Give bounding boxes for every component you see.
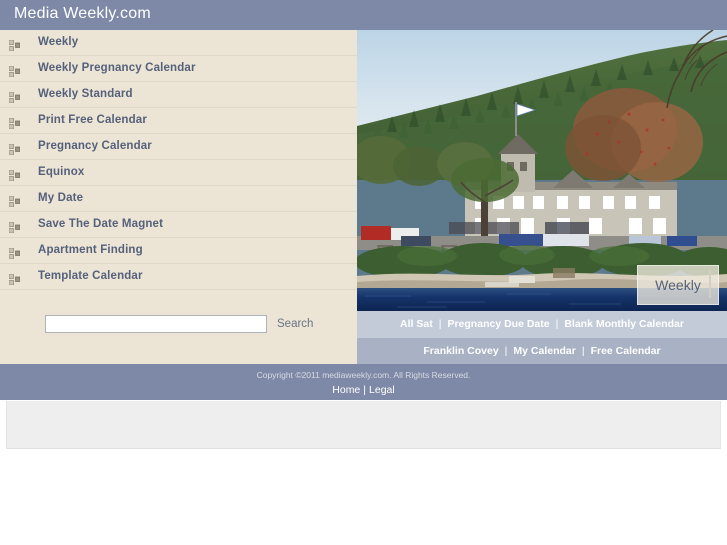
sidebar-item-5[interactable]: Equinox (0, 160, 357, 186)
bottom-links: Home | Legal (0, 384, 727, 396)
footer-link-separator: | (555, 318, 559, 330)
footer-link-separator: | (581, 345, 585, 357)
list-bullet-icon (8, 90, 21, 104)
copyright-bar: Copyright ©2011 mediaweekly.com. All Rig… (0, 364, 727, 400)
footer-link[interactable]: Free Calendar (591, 345, 661, 357)
below-page-area (0, 400, 727, 545)
footer-link[interactable]: My Calendar (513, 345, 575, 357)
sidebar-item-4[interactable]: Pregnancy Calendar (0, 134, 357, 160)
footer-link[interactable]: All Sat (400, 318, 433, 330)
sidebar-item-label: Template Calendar (38, 270, 143, 282)
site-header: Media Weekly.com (0, 0, 727, 30)
sidebar-item-0[interactable]: Weekly (0, 30, 357, 56)
footer-links-row-2: Franklin Covey | My Calendar | Free Calendar (357, 338, 727, 364)
footer-link[interactable]: Blank Monthly Calendar (564, 318, 684, 330)
sidebar-item-3[interactable]: Print Free Calendar (0, 108, 357, 134)
sidebar-item-label: My Date (38, 192, 84, 204)
bottom-link[interactable]: Home (332, 384, 360, 396)
sidebar-item-2[interactable]: Weekly Standard (0, 82, 357, 108)
hero-badge[interactable]: Weekly (637, 265, 719, 305)
footer-links-row-1: All Sat | Pregnancy Due Date | Blank Monthly… (357, 311, 727, 338)
search-input[interactable] (45, 315, 267, 333)
search-button[interactable]: Search (277, 318, 313, 330)
list-bullet-icon (8, 272, 21, 286)
page-container: Media Weekly.com Weekly Weekly Pregnancy … (0, 0, 727, 400)
sidebar-item-label: Equinox (38, 166, 85, 178)
site-title: Media Weekly.com (14, 5, 151, 22)
sidebar-item-label: Print Free Calendar (38, 114, 147, 126)
sidebar-nav: Weekly Weekly Pregnancy Calendar Weekly St… (0, 30, 357, 290)
hero-image: Weekly (357, 30, 727, 311)
bottom-link-separator: | (363, 384, 367, 396)
footer-link-separator: | (504, 345, 508, 357)
list-bullet-icon (8, 38, 21, 52)
footer-link[interactable]: Pregnancy Due Date (447, 318, 549, 330)
sidebar-item-label: Save The Date Magnet (38, 218, 164, 230)
footer-link[interactable]: Franklin Covey (423, 345, 498, 357)
sidebar-item-6[interactable]: My Date (0, 186, 357, 212)
sidebar-item-label: Pregnancy Calendar (38, 140, 152, 152)
sidebar-item-label: Weekly Pregnancy Calendar (38, 62, 196, 74)
footer-links-row-1-inner: All Sat | Pregnancy Due Date | Blank Monthly… (357, 318, 727, 330)
sidebar-item-9[interactable]: Template Calendar (0, 264, 357, 290)
sidebar: Weekly Weekly Pregnancy Calendar Weekly St… (0, 30, 357, 364)
copyright-text: Copyright ©2011 mediaweekly.com. All Rig… (256, 370, 471, 380)
list-bullet-icon (8, 64, 21, 78)
list-bullet-icon (8, 116, 21, 130)
bottom-link[interactable]: Legal (369, 384, 395, 396)
sidebar-item-label: Weekly (38, 36, 79, 48)
search-row: Search (0, 306, 357, 346)
below-page-band (6, 401, 721, 449)
list-bullet-icon (8, 142, 21, 156)
sidebar-item-label: Weekly Standard (38, 88, 133, 100)
hero-badge-label: Weekly (655, 277, 701, 293)
list-bullet-icon (8, 194, 21, 208)
sidebar-item-7[interactable]: Save The Date Magnet (0, 212, 357, 238)
sidebar-item-8[interactable]: Apartment Finding (0, 238, 357, 264)
list-bullet-icon (8, 168, 21, 182)
footer-links-row-2-inner: Franklin Covey | My Calendar | Free Calendar (357, 345, 727, 357)
list-bullet-icon (8, 246, 21, 260)
footer-link-separator: | (438, 318, 442, 330)
sidebar-item-1[interactable]: Weekly Pregnancy Calendar (0, 56, 357, 82)
sidebar-item-label: Apartment Finding (38, 244, 143, 256)
list-bullet-icon (8, 220, 21, 234)
